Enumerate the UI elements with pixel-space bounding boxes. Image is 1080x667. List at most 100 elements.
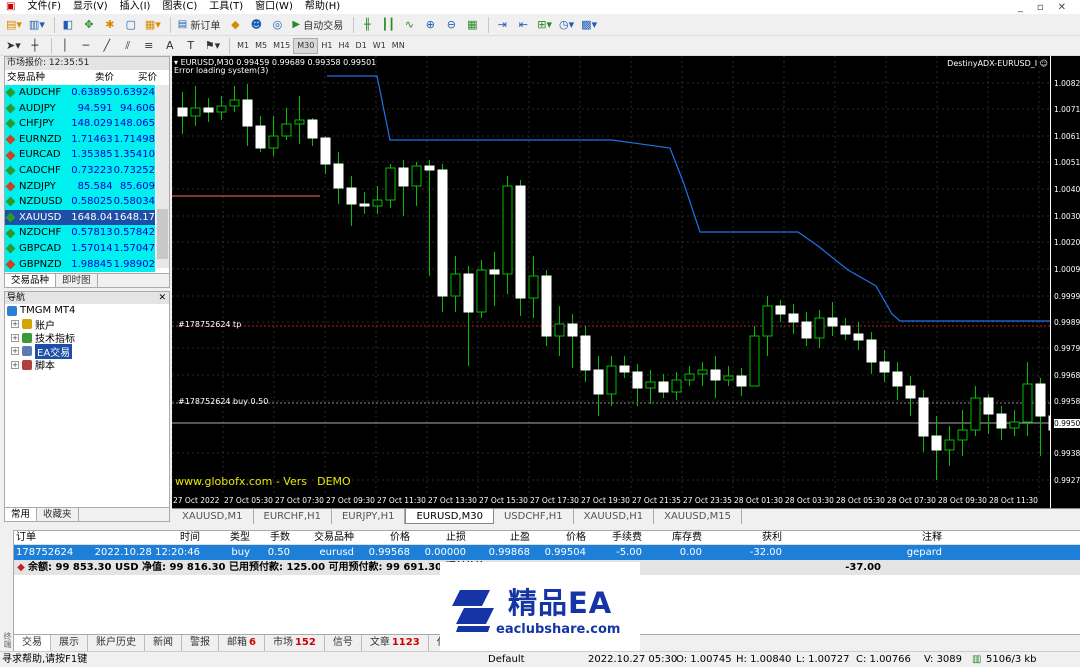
terminal-tab[interactable]: 展示 [51, 635, 88, 651]
text-icon[interactable]: A [161, 37, 179, 55]
cursor-icon[interactable]: ➤▾ [4, 37, 23, 55]
column-header[interactable]: 获利 [704, 531, 784, 544]
tab-tick-chart[interactable]: 即时图 [56, 274, 98, 287]
tf-m5[interactable]: M5 [252, 38, 270, 54]
market-watch-row[interactable]: NZDCHF 0.57813 0.57842 [5, 225, 155, 241]
new-chart-icon[interactable]: ▤▾ [4, 16, 24, 34]
menu-file[interactable]: 文件(F) [21, 0, 67, 14]
menu-insert[interactable]: 插入(I) [114, 0, 157, 14]
price-axis[interactable]: 1.00820 1.00715 1.00610 1.00510 1.00405 1.003… [1050, 56, 1080, 508]
tile-windows-icon[interactable]: ▦ [463, 16, 481, 34]
zoom-out-icon[interactable]: ⊖ [442, 16, 460, 34]
chart-tab[interactable]: EURUSD,M30 [405, 509, 494, 524]
menu-charts[interactable]: 图表(C) [156, 0, 203, 14]
col-symbol[interactable]: 交易品种 [5, 70, 73, 85]
terminal-tab[interactable]: 市场 152 [265, 635, 325, 651]
market-watch-row[interactable]: EURNZD 1.71463 1.71498 [5, 131, 155, 148]
market-watch-row[interactable]: CADCHF 0.73223 0.73252 [5, 162, 155, 179]
chart-tab[interactable]: EURCHF,H1 [254, 509, 332, 524]
horizontal-line-icon[interactable]: ─ [77, 37, 95, 55]
market-watch-row[interactable]: CHFJPY 148.029 148.065 [5, 116, 155, 132]
templates-icon[interactable]: ▩▾ [579, 16, 599, 34]
tester-icon[interactable]: ▦▾ [143, 16, 163, 34]
user-icon[interactable]: ☻ [247, 16, 265, 34]
terminal-tab[interactable]: 新闻 [145, 635, 182, 651]
new-order-button[interactable]: ▤ 新订单 [175, 16, 224, 34]
column-header[interactable]: 手续费 [588, 531, 644, 544]
menu-window[interactable]: 窗口(W) [249, 0, 299, 14]
market-watch-row[interactable]: GBPNZD 1.98845 1.98902 [5, 256, 155, 273]
profiles-icon[interactable]: ▥▾ [27, 16, 47, 34]
autoscroll-icon[interactable]: ⇥ [493, 16, 511, 34]
nav-item-scripts[interactable]: + 脚本 [5, 358, 169, 372]
column-header[interactable]: 手数 [252, 531, 292, 544]
market-watch-scrollbar[interactable] [156, 85, 169, 268]
app-icon[interactable]: ▣ [0, 0, 21, 14]
chart-shift-icon[interactable]: ⇤ [514, 16, 532, 34]
menu-tools[interactable]: 工具(T) [203, 0, 249, 14]
expand-icon[interactable]: + [11, 320, 19, 329]
market-watch-icon[interactable]: ◧ [59, 16, 77, 34]
tf-h4[interactable]: H4 [335, 38, 352, 54]
column-header[interactable]: 价格 [356, 531, 412, 544]
minimize-icon[interactable]: _ [1018, 2, 1023, 13]
close-icon[interactable]: ✕ [158, 292, 166, 304]
data-window-icon[interactable]: ✥ [80, 16, 98, 34]
line-chart-icon[interactable]: ∿ [400, 16, 418, 34]
terminal-tab[interactable]: 账户历史 [88, 635, 145, 651]
scroll-thumb[interactable] [157, 209, 168, 259]
candles-icon[interactable]: ┃┃ [379, 16, 397, 34]
tf-w1[interactable]: W1 [370, 38, 389, 54]
close-icon[interactable]: ✕ [1058, 2, 1066, 13]
market-watch-row[interactable]: EURCAD 1.35385 1.35410 [5, 147, 155, 163]
nav-item-expert-advisors[interactable]: + EA交易 [5, 343, 169, 359]
nav-root[interactable]: TMGM MT4 [5, 304, 169, 318]
arrows-icon[interactable]: ⚑▾ [203, 37, 222, 55]
terminal-tab[interactable]: 信号 [325, 635, 362, 651]
market-watch-row[interactable]: AUDJPY 94.591 94.606 [5, 100, 155, 117]
restore-icon[interactable]: ▫ [1037, 2, 1044, 13]
menu-help[interactable]: 帮助(H) [299, 0, 346, 14]
column-header[interactable]: 注释 [784, 531, 944, 544]
terminal-tab[interactable]: 交易 [14, 635, 51, 651]
periods-icon[interactable]: ◷▾ [557, 16, 576, 34]
column-header[interactable]: 类型 [202, 531, 252, 544]
table-row[interactable]: 178752624 2022.10.28 12:20:46 buy 0.50 eurus… [14, 545, 1080, 560]
bar-chart-icon[interactable]: ╫ [358, 16, 376, 34]
metaeditor-icon[interactable]: ◆ [226, 16, 244, 34]
market-watch-row[interactable]: NZDJPY 85.584 85.609 [5, 178, 155, 195]
column-header[interactable]: 价格 [532, 531, 588, 544]
tf-m1[interactable]: M1 [234, 38, 252, 54]
zoom-in-icon[interactable]: ⊕ [421, 16, 439, 34]
nav-item-accounts[interactable]: + 账户 [5, 318, 169, 332]
terminal-tab[interactable]: 文章 1123 [362, 635, 429, 651]
column-header[interactable]: 交易品种 [292, 531, 356, 544]
label-icon[interactable]: T [182, 37, 200, 55]
col-ask[interactable]: 买价 [114, 70, 157, 85]
auto-trading-button[interactable]: ▶ 自动交易 [289, 16, 346, 34]
vertical-line-icon[interactable]: │ [56, 37, 74, 55]
terminal-tab[interactable]: 邮箱 6 [219, 635, 265, 651]
column-header[interactable]: 止盈 [468, 531, 532, 544]
chart-tab[interactable]: XAUUSD,M15 [654, 509, 743, 524]
market-watch-row[interactable]: AUDCHF 0.63895 0.63924 [5, 85, 155, 101]
tab-common[interactable]: 常用 [5, 508, 38, 521]
terminal-icon[interactable]: ▢ [122, 16, 140, 34]
indicators-icon[interactable]: ⊞▾ [535, 16, 554, 34]
expand-icon[interactable]: + [11, 360, 19, 369]
nav-item-indicators[interactable]: + 技术指标 [5, 331, 169, 345]
tf-d1[interactable]: D1 [353, 38, 370, 54]
channel-icon[interactable]: ⫽ [119, 37, 137, 55]
signals-icon[interactable]: ◎ [268, 16, 286, 34]
tf-m15[interactable]: M15 [270, 38, 293, 54]
expand-icon[interactable]: + [11, 333, 19, 342]
col-bid[interactable]: 卖价 [73, 70, 114, 85]
crosshair-icon[interactable]: ┼ [26, 37, 44, 55]
column-header[interactable]: 订单 [14, 531, 92, 544]
chart-tab[interactable]: EURJPY,H1 [332, 509, 406, 524]
navigator-icon[interactable]: ✱ [101, 16, 119, 34]
menu-view[interactable]: 显示(V) [67, 0, 114, 14]
chart-tab[interactable]: XAUUSD,H1 [574, 509, 655, 524]
chart-tab[interactable]: XAUUSD,M1 [172, 509, 254, 524]
market-watch-row[interactable]: XAUUSD 1648.04 1648.17 [5, 209, 155, 226]
